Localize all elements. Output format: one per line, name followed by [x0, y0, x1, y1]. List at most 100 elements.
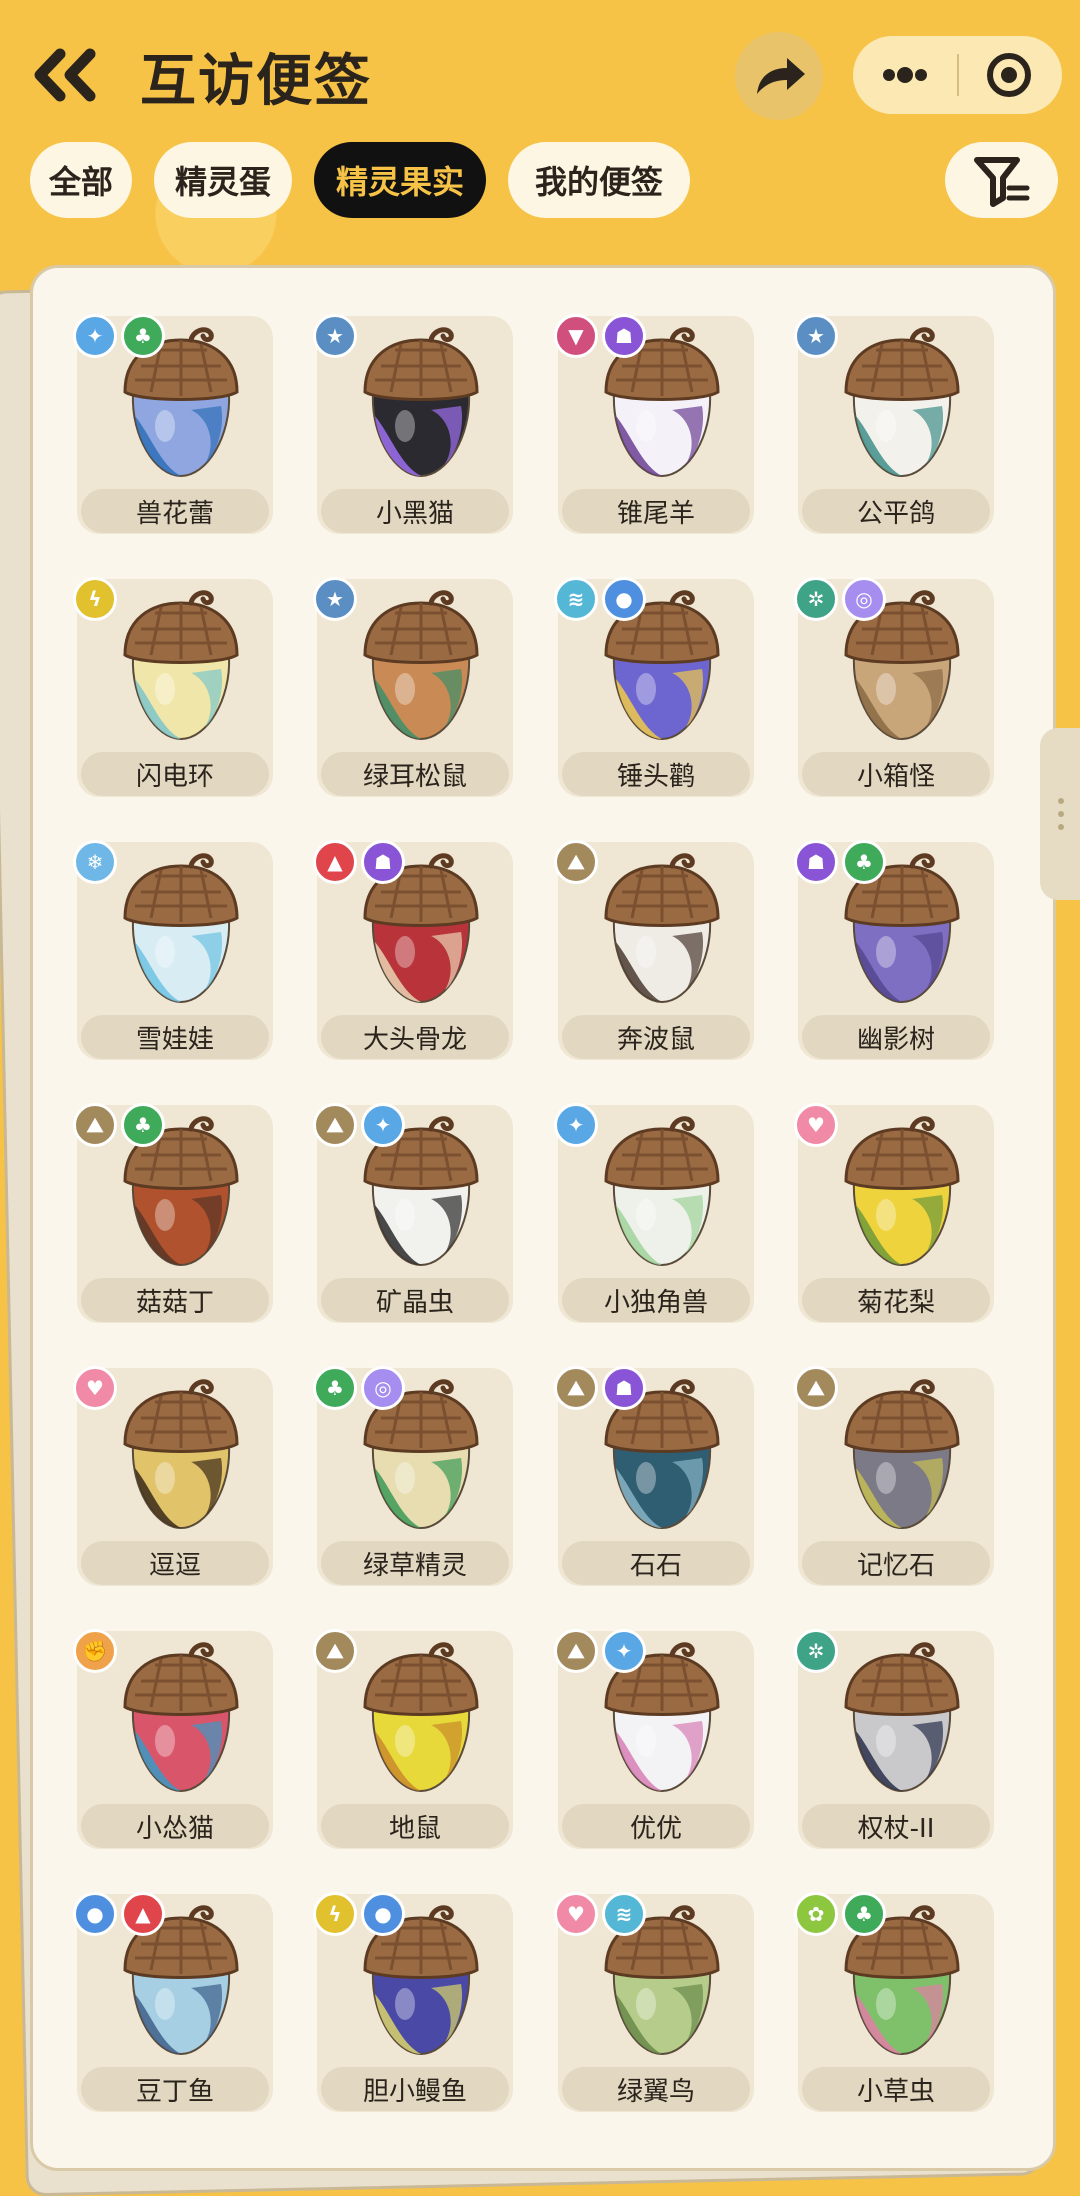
target-close-icon	[987, 53, 1031, 97]
fruit-name-label: 小怂猫	[81, 1804, 269, 1848]
filter-button[interactable]	[945, 142, 1058, 218]
water-type-icon: ●	[602, 577, 646, 621]
warrior-type-icon: ✊	[73, 1629, 117, 1673]
fruit-card[interactable]: ✦ ♣ 兽花蕾	[73, 314, 273, 534]
illusion-type-icon: ◎	[842, 577, 886, 621]
fruit-card[interactable]: ★ 绿耳松鼠	[313, 577, 513, 797]
acorn-fruit-icon	[123, 590, 239, 741]
fruit-card[interactable]: ⛰ 记忆石	[794, 1366, 994, 1586]
fruit-card[interactable]: ≋ ● 锤头鹳	[554, 577, 754, 797]
ground-type-icon: ⛰	[554, 1629, 598, 1673]
fruit-name-label: 大头骨龙	[321, 1015, 509, 1059]
fruit-card[interactable]: ▲ ☗ 大头骨龙	[313, 840, 513, 1060]
ground-type-icon: ⛰	[73, 1103, 117, 1147]
acorn-fruit-icon	[844, 327, 960, 478]
fruit-card[interactable]: ✦ 小独角兽	[554, 1103, 754, 1323]
acorn-fruit-icon	[363, 1642, 479, 1793]
normal-type-icon: ★	[313, 314, 357, 358]
acorn-fruit-icon	[844, 1116, 960, 1267]
ghost-type-icon: ☗	[602, 314, 646, 358]
fruit-card[interactable]: ✿ ♣ 小草虫	[794, 1892, 994, 2112]
fruit-card[interactable]: ● ▲ 豆丁鱼	[73, 1892, 273, 2112]
fruit-card[interactable]: ✲ ◎ 小箱怪	[794, 577, 994, 797]
cute-type-icon: ♥	[554, 1892, 598, 1936]
header-bar: 互访便签	[0, 0, 1080, 150]
fruit-card[interactable]: ϟ ● 胆小鳗鱼	[313, 1892, 513, 2112]
tab-all[interactable]: 全部	[30, 142, 132, 218]
fruit-name-label: 权杖-II	[802, 1804, 990, 1848]
fruit-card[interactable]: ★ 小黑猫	[313, 314, 513, 534]
acorn-fruit-icon	[363, 327, 479, 478]
illusion-type-icon: ◎	[361, 1366, 405, 1410]
fruit-card[interactable]: ⛰ ✦ 矿晶虫	[313, 1103, 513, 1323]
fruit-name-label: 菇菇丁	[81, 1278, 269, 1322]
fruit-card[interactable]: ⛰ 奔波鼠	[554, 840, 754, 1060]
cute-type-icon: ♥	[794, 1103, 838, 1147]
demon-type-icon: ▼	[554, 314, 598, 358]
fruit-name-label: 锤头鹳	[562, 752, 750, 796]
fruit-card[interactable]: ✊ 小怂猫	[73, 1629, 273, 1849]
ground-type-icon: ⛰	[554, 840, 598, 884]
fruit-card[interactable]: ♥ 菊花梨	[794, 1103, 994, 1323]
grass-type-icon: ♣	[842, 1892, 886, 1936]
acorn-fruit-icon	[123, 1379, 239, 1530]
electric-type-icon: ϟ	[313, 1892, 357, 1936]
mini-program-capsule	[853, 36, 1062, 114]
ghost-type-icon: ☗	[602, 1366, 646, 1410]
acorn-fruit-icon	[604, 1116, 720, 1267]
share-button[interactable]	[735, 32, 823, 120]
fruit-card[interactable]: ⛰ ✦ 优优	[554, 1629, 754, 1849]
fruit-name-label: 绿草精灵	[321, 1541, 509, 1585]
ice-type-icon: ✦	[554, 1103, 598, 1147]
ice-type-icon: ✦	[361, 1103, 405, 1147]
bug-type-icon: ✿	[794, 1892, 838, 1936]
fire-type-icon: ▲	[121, 1892, 165, 1936]
ground-type-icon: ⛰	[313, 1103, 357, 1147]
acorn-fruit-icon	[604, 853, 720, 1004]
fruit-card[interactable]: ⛰ ☗ 石石	[554, 1366, 754, 1586]
filter-funnel-icon	[974, 157, 1030, 207]
more-button[interactable]	[853, 36, 957, 114]
fire-type-icon: ▲	[313, 840, 357, 884]
fruit-name-label: 优优	[562, 1804, 750, 1848]
fruit-name-label: 雪娃娃	[81, 1015, 269, 1059]
fruit-card[interactable]: ♥ ≋ 绿翼鸟	[554, 1892, 754, 2112]
acorn-fruit-icon	[123, 1642, 239, 1793]
frost-type-icon: ❄	[73, 840, 117, 884]
close-button[interactable]	[959, 36, 1062, 114]
fruit-name-label: 豆丁鱼	[81, 2067, 269, 2111]
fruit-name-label: 地鼠	[321, 1804, 509, 1848]
fruit-card[interactable]: ✲ 权杖-II	[794, 1629, 994, 1849]
fruit-card[interactable]: ♥ 逗逗	[73, 1366, 273, 1586]
fruit-card[interactable]: ⛰ 地鼠	[313, 1629, 513, 1849]
fruit-name-label: 石石	[562, 1541, 750, 1585]
grass-type-icon: ♣	[121, 1103, 165, 1147]
fruit-name-label: 逗逗	[81, 1541, 269, 1585]
fruit-name-label: 幽影树	[802, 1015, 990, 1059]
fruit-card[interactable]: ★ 公平鸽	[794, 314, 994, 534]
fruit-card[interactable]: ♣ ◎ 绿草精灵	[313, 1366, 513, 1586]
fruit-card[interactable]: ⛰ ♣ 菇菇丁	[73, 1103, 273, 1323]
tab-fruits[interactable]: 精灵果实	[314, 142, 486, 218]
fruit-card[interactable]: ϟ 闪电环	[73, 577, 273, 797]
fruit-name-label: 闪电环	[81, 752, 269, 796]
side-drawer-handle[interactable]	[1040, 728, 1080, 900]
fruit-card[interactable]: ☗ ♣ 幽影树	[794, 840, 994, 1060]
more-dots-icon	[883, 67, 927, 83]
double-chevron-left-icon	[34, 48, 96, 102]
acorn-fruit-icon	[844, 1642, 960, 1793]
fruit-name-label: 兽花蕾	[81, 489, 269, 533]
back-button[interactable]	[28, 40, 108, 110]
fruit-name-label: 记忆石	[802, 1541, 990, 1585]
normal-type-icon: ★	[794, 314, 838, 358]
page-title: 互访便签	[140, 49, 372, 114]
tab-my-notes[interactable]: 我的便签	[508, 142, 690, 218]
fruit-name-label: 锥尾羊	[562, 489, 750, 533]
fruit-card[interactable]: ▼ ☗ 锥尾羊	[554, 314, 754, 534]
grass-type-icon: ♣	[842, 840, 886, 884]
ground-type-icon: ⛰	[313, 1629, 357, 1673]
fruit-card[interactable]: ❄ 雪娃娃	[73, 840, 273, 1060]
tab-eggs[interactable]: 精灵蛋	[154, 142, 292, 218]
cute-type-icon: ♥	[73, 1366, 117, 1410]
ground-type-icon: ⛰	[794, 1366, 838, 1410]
